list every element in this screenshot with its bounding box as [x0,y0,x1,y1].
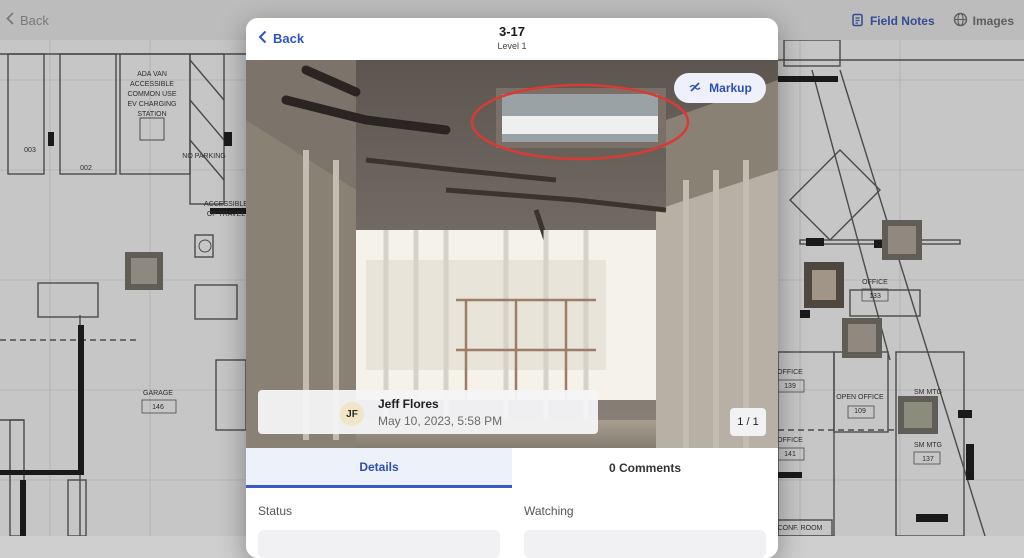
photo-detail-modal: Back 3-17 Level 1 Markup JF Jeff Flores … [246,18,778,558]
watching-field[interactable] [524,530,766,558]
watching-label: Watching [524,504,574,518]
details-fields: Status Watching [246,488,778,558]
modal-tabs: Details 0 Comments [246,448,778,488]
avatar: JF [340,402,364,426]
author-card: JF Jeff Flores May 10, 2023, 5:58 PM [258,390,598,434]
photo-level: Level 1 [497,41,527,51]
tab-details[interactable]: Details [246,448,512,488]
status-label: Status [258,504,293,518]
author-name: Jeff Flores [378,397,439,411]
markup-button[interactable]: Markup [674,73,766,103]
status-field[interactable] [258,530,500,558]
photo-page-count: 1 / 1 [730,408,766,436]
photo-title: 3-17 [498,24,526,39]
photo-timestamp: May 10, 2023, 5:58 PM [378,414,503,428]
markup-label: Markup [709,81,752,95]
modal-header: Back 3-17 Level 1 [246,18,778,60]
tab-comments[interactable]: 0 Comments [512,448,778,488]
pen-icon [688,80,702,97]
